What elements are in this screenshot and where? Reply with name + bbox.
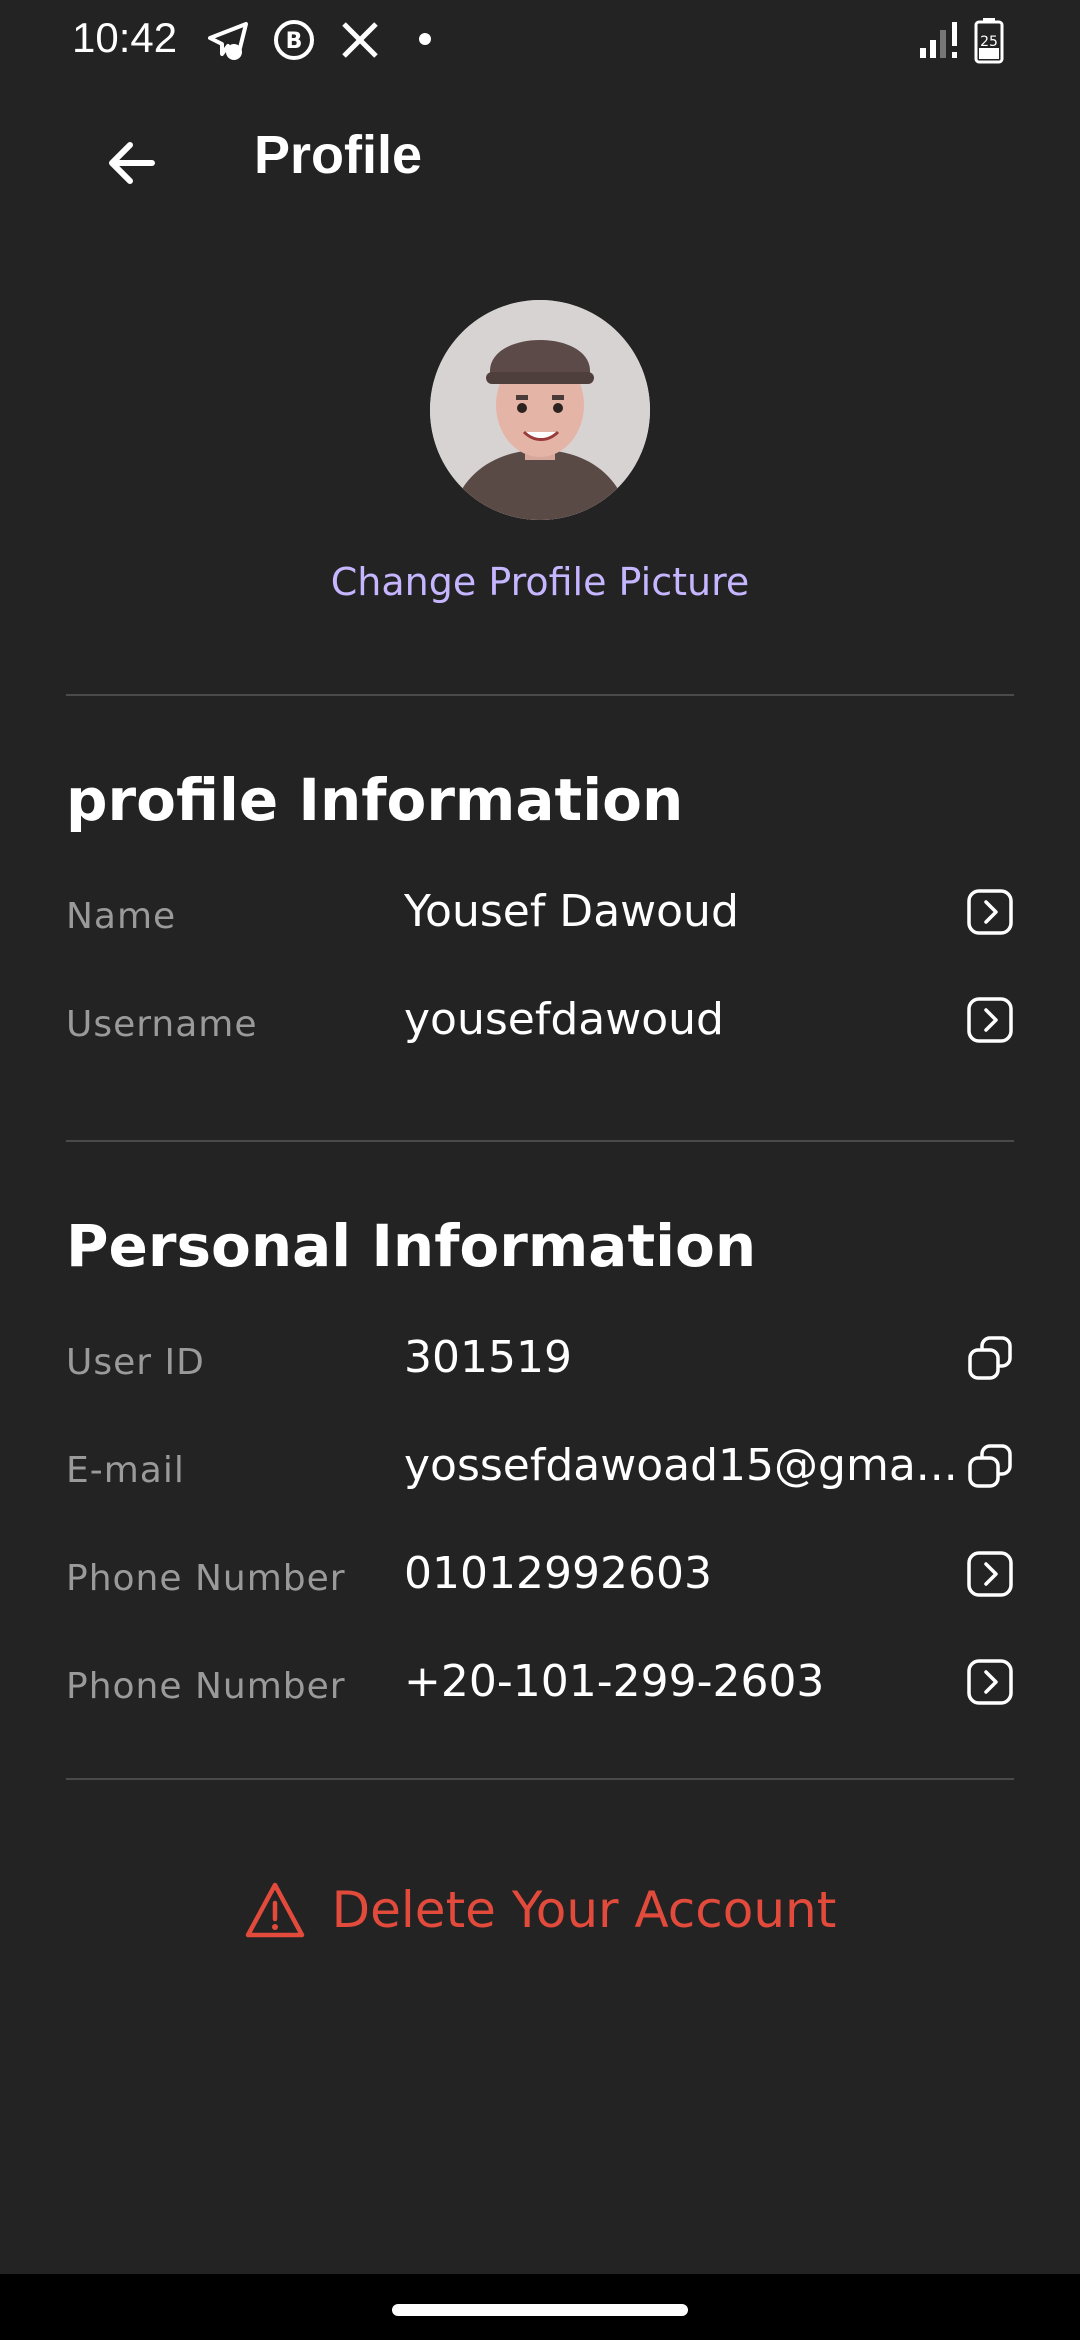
row-label: User ID: [66, 1342, 205, 1383]
divider: [66, 1778, 1014, 1780]
app-bar: Profile: [0, 110, 1080, 210]
personal-row-user-id[interactable]: User ID 301519: [66, 1320, 1014, 1400]
personal-row-phone-number[interactable]: Phone Number 01012992603: [66, 1536, 1014, 1616]
row-label: Phone Number: [66, 1558, 346, 1599]
telegram-icon: [208, 22, 248, 60]
arrow-left-icon[interactable]: [100, 130, 166, 196]
warning-icon: [245, 1882, 304, 1938]
copy-icon[interactable]: [966, 1442, 1014, 1490]
dot-icon: [419, 33, 431, 45]
avatar-illustration: [430, 300, 650, 520]
row-value: yousefdawoud: [404, 994, 724, 1045]
x-icon: [342, 22, 378, 58]
row-value: yossefdawoad15@gma...: [404, 1440, 958, 1491]
row-value: 301519: [404, 1332, 572, 1383]
row-label: Phone Number: [66, 1666, 346, 1707]
chevron-right-box-icon[interactable]: [966, 1658, 1014, 1706]
avatar[interactable]: [430, 300, 650, 520]
section-title-personal-information: Personal Information: [66, 1212, 757, 1280]
row-value: 01012992603: [404, 1548, 712, 1599]
row-value: Yousef Dawoud: [404, 886, 739, 937]
profile-row-username[interactable]: Username yousefdawoud: [66, 982, 1014, 1062]
status-bar: 10:42 B 25: [0, 0, 1080, 80]
row-label: Username: [66, 1004, 258, 1045]
home-gesture-handle[interactable]: [392, 2304, 688, 2316]
personal-row-email[interactable]: E-mail yossefdawoad15@gma...: [66, 1428, 1014, 1508]
row-label: Name: [66, 896, 177, 937]
status-time: 10:42: [72, 14, 178, 61]
profile-row-name[interactable]: Name Yousef Dawoud: [66, 874, 1014, 954]
section-title-profile-information: profile Information: [66, 766, 684, 834]
copy-icon[interactable]: [966, 1334, 1014, 1382]
divider: [66, 694, 1014, 696]
delete-account-label: Delete Your Account: [331, 1881, 837, 1939]
system-navigation-bar: [0, 2274, 1080, 2340]
chevron-right-box-icon[interactable]: [966, 996, 1014, 1044]
personal-row-phone-number-formatted[interactable]: Phone Number +20-101-299-2603: [66, 1644, 1014, 1724]
battery-level: 25: [980, 34, 998, 50]
signal-icon: [920, 22, 957, 58]
beeper-icon: B: [274, 20, 314, 60]
change-profile-picture-link[interactable]: Change Profile Picture: [0, 560, 1080, 604]
delete-account-button[interactable]: Delete Your Account: [0, 1870, 1080, 1950]
chevron-right-box-icon[interactable]: [966, 888, 1014, 936]
svg-text:B: B: [286, 29, 303, 54]
page-title: Profile: [254, 125, 423, 185]
row-label: E-mail: [66, 1450, 185, 1491]
row-value: +20-101-299-2603: [404, 1656, 825, 1707]
divider: [66, 1140, 1014, 1142]
chevron-right-box-icon[interactable]: [966, 1550, 1014, 1598]
